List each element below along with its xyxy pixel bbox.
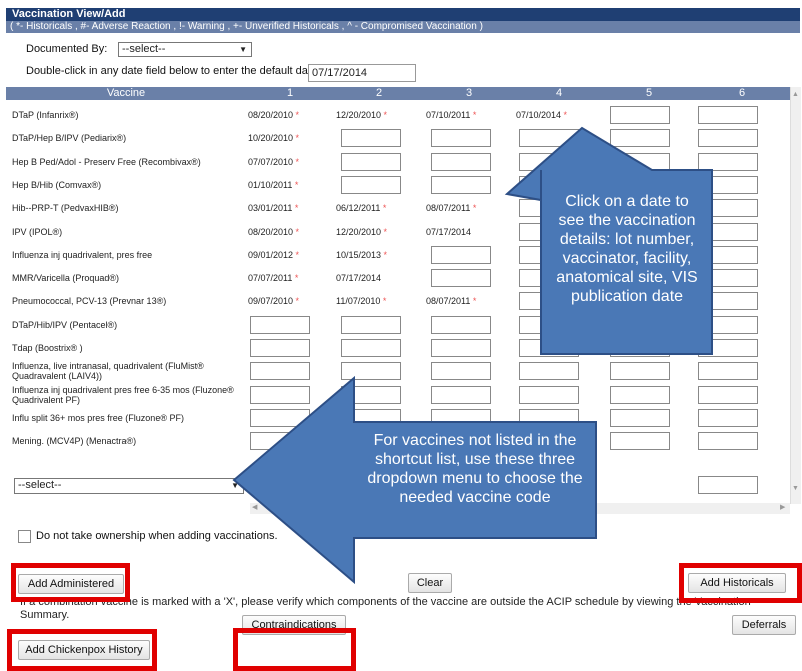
- dropdown-help-callout: For vaccines not listed in the shortcut …: [367, 432, 583, 506]
- callout-shapes: [232, 126, 713, 585]
- date-details-callout: Click on a date to see the vaccination d…: [556, 193, 698, 305]
